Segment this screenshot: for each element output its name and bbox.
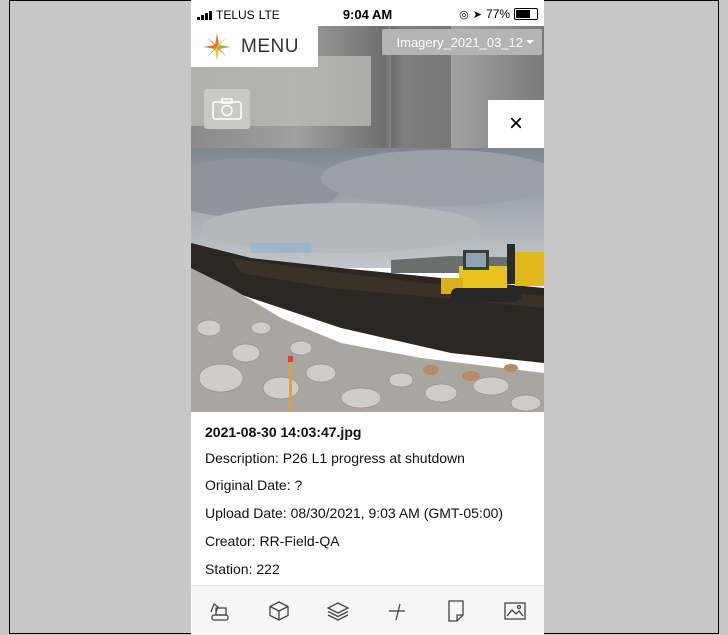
cube-icon [269,601,289,621]
3d-view-button[interactable] [263,595,295,627]
status-right: ◎ ➤ 77% [459,7,538,21]
measure-button[interactable] [381,595,413,627]
imagery-selector-value: Imagery_2021_03_12 [396,34,524,50]
notes-button[interactable] [440,595,472,627]
camera-icon [212,98,242,120]
photo-station: Station: 222 [205,561,280,577]
photo-original-date: Original Date: ? [205,477,303,493]
equipment-button[interactable] [204,595,236,627]
photo-description: Description: P26 L1 progress at shutdown [205,450,465,466]
rotation-lock-icon: ◎ [459,8,469,21]
battery-percent: 77% [485,7,510,21]
layers-icon [326,602,350,621]
site-photo [191,148,544,412]
chevron-down-icon [526,40,534,44]
app-logo-icon [203,32,231,61]
photo-creator: Creator: RR-Field-QA [205,533,340,549]
measure-icon [388,603,405,621]
excavator-icon [210,602,230,621]
photo-upload-date: Upload Date: 08/30/2021, 9:03 AM (GMT-05… [205,505,504,521]
photo-info-panel: 2021-08-30 14:03:47.jpg Description: P26… [191,412,544,582]
imagery-selector[interactable]: Imagery_2021_03_12 [382,29,542,55]
menu-button[interactable]: MENU [191,26,318,67]
image-icon [503,602,526,620]
status-bar: TELUS LTE 9:04 AM ◎ ➤ 77% [191,0,544,26]
menu-label: MENU [241,35,299,57]
photo-filename: 2021-08-30 14:03:47.jpg [205,424,362,440]
photos-button[interactable] [499,595,531,627]
layers-button[interactable] [322,595,354,627]
close-button[interactable]: × [488,100,544,148]
camera-button[interactable] [204,89,250,129]
construction-photo [191,148,544,412]
note-icon [448,600,464,622]
bottom-toolbar [191,585,544,635]
close-icon: × [508,110,523,137]
location-icon: ➤ [472,8,482,21]
phone-screen: TELUS LTE 9:04 AM ◎ ➤ 77% MENU Imagery_2… [191,0,544,635]
battery-icon [514,8,538,20]
